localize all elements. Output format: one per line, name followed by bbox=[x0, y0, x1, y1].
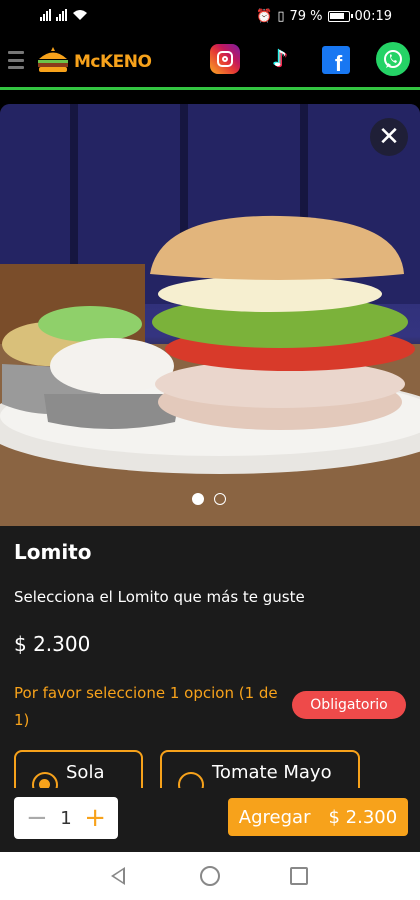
battery-percent: 79 % bbox=[289, 9, 323, 24]
product-title: Lomito bbox=[14, 540, 92, 564]
vibrate-icon: ▯ bbox=[277, 9, 285, 24]
status-bar: ⏰ ▯ 79 % 00:19 bbox=[0, 0, 420, 34]
wifi-icon bbox=[73, 10, 87, 20]
signal-indicators bbox=[40, 9, 88, 21]
instagram-icon[interactable] bbox=[210, 44, 240, 74]
carousel-dot-1[interactable] bbox=[192, 493, 204, 505]
product-image-carousel[interactable]: ✕ bbox=[0, 104, 420, 526]
carousel-dots bbox=[192, 493, 226, 505]
increase-quantity-button[interactable]: + bbox=[84, 805, 106, 831]
option-prompt: Por favor seleccione 1 opcion (1 de 1) bbox=[14, 684, 278, 729]
burger-logo-icon bbox=[38, 47, 68, 72]
battery-icon bbox=[327, 11, 353, 22]
tiktok-icon[interactable]: ♪ bbox=[265, 44, 295, 74]
signal-icon bbox=[40, 9, 51, 21]
product-description: Selecciona el Lomito que más te guste bbox=[14, 588, 305, 606]
close-button[interactable]: ✕ bbox=[370, 118, 408, 156]
logo-text: McKENO bbox=[74, 52, 152, 72]
whatsapp-icon[interactable] bbox=[376, 42, 410, 76]
status-right: ⏰ ▯ 79 % 00:19 bbox=[256, 9, 392, 24]
back-icon[interactable] bbox=[111, 867, 125, 885]
header-divider bbox=[0, 87, 420, 90]
add-price: $ 2.300 bbox=[328, 806, 398, 828]
system-navigation-bar bbox=[0, 852, 420, 900]
product-price: $ 2.300 bbox=[14, 632, 91, 656]
add-to-cart-button[interactable]: Agregar $ 2.300 bbox=[228, 798, 408, 836]
menu-icon[interactable] bbox=[8, 51, 24, 69]
mckeno-logo[interactable]: McKENO bbox=[34, 38, 152, 82]
product-modal: ✕ Lomito Selecciona el Lomito que más te… bbox=[0, 104, 420, 852]
product-photo bbox=[0, 104, 420, 526]
decrease-quantity-button[interactable]: − bbox=[26, 805, 48, 831]
recent-apps-icon[interactable] bbox=[290, 867, 308, 885]
signal-icon bbox=[56, 9, 67, 21]
add-label: Agregar bbox=[238, 806, 311, 828]
alarm-icon: ⏰ bbox=[256, 9, 273, 24]
facebook-icon[interactable]: f bbox=[322, 46, 350, 76]
cart-action-bar: − 1 + Agregar $ 2.300 bbox=[0, 788, 420, 852]
option-label: Tomate Mayo bbox=[212, 762, 332, 783]
quantity-value: 1 bbox=[60, 807, 72, 829]
option-label: Sola bbox=[66, 762, 105, 783]
app-header: McKENO ♪ f bbox=[0, 34, 420, 86]
quantity-stepper: − 1 + bbox=[14, 797, 118, 839]
home-icon[interactable] bbox=[200, 866, 220, 886]
clock: 00:19 bbox=[354, 9, 392, 24]
carousel-dot-2[interactable] bbox=[214, 493, 226, 505]
required-badge: Obligatorio bbox=[292, 691, 406, 719]
